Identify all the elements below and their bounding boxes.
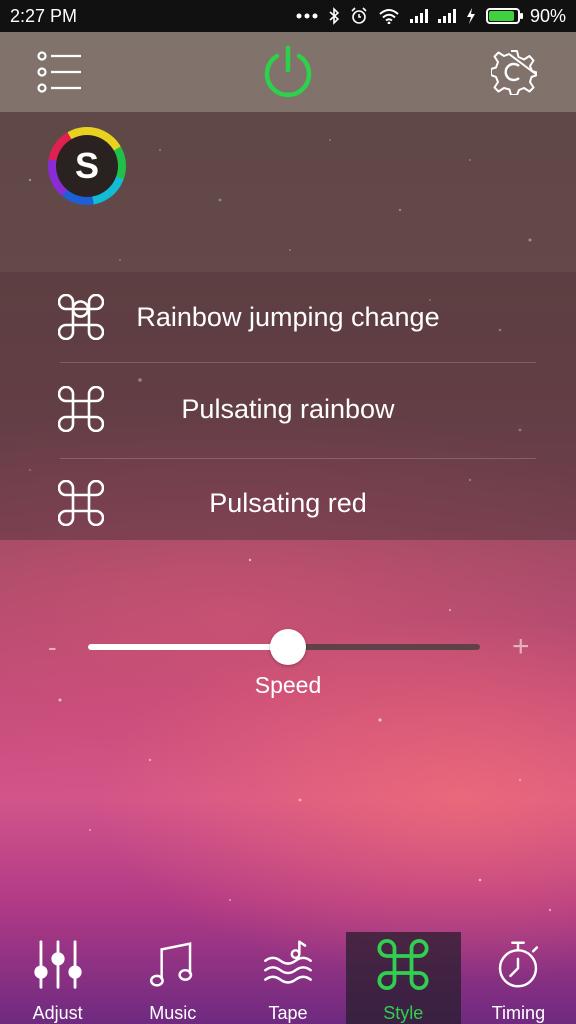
nav-label-tape: Tape <box>268 1003 308 1023</box>
effect-label: Rainbow jumping change <box>136 301 440 332</box>
speed-slider-fill <box>88 644 288 650</box>
mode-panel: S <box>0 112 576 272</box>
speed-label: Speed <box>254 672 322 698</box>
mode-letter: S <box>56 135 118 197</box>
nav-label-music: Music <box>149 1003 197 1023</box>
nav-item-adjust[interactable]: Adjust <box>0 932 115 1024</box>
signal-icon <box>437 9 456 23</box>
command-key-icon <box>377 938 429 991</box>
wifi-icon <box>379 9 399 24</box>
gear-icon <box>491 50 537 95</box>
tape-wave-icon <box>264 940 312 984</box>
power-button[interactable] <box>260 44 316 100</box>
bottom-nav: Adjust Music Tape Style Timing <box>0 932 576 1024</box>
effect-item-pulsating-rainbow[interactable]: Pulsating rainbow <box>0 364 576 454</box>
bluetooth-icon <box>329 7 340 25</box>
status-time: 2:27 PM <box>10 5 78 26</box>
speed-decrease[interactable]: - <box>48 632 57 663</box>
signal-icon <box>409 9 428 23</box>
music-note-icon <box>149 942 193 987</box>
nav-label-adjust: Adjust <box>32 1003 83 1023</box>
status-icons: 90% <box>296 6 566 27</box>
nav-label-style: Style <box>383 1003 424 1023</box>
nav-item-timing[interactable]: Timing <box>461 932 576 1024</box>
nav-item-music[interactable]: Music <box>115 932 230 1024</box>
equalizer-sliders-icon <box>33 940 82 989</box>
nav-label-timing: Timing <box>491 1003 546 1023</box>
effect-label: Pulsating rainbow <box>181 393 395 424</box>
battery-percent: 90% <box>529 5 566 26</box>
battery-icon <box>485 8 523 24</box>
list-menu-icon <box>37 51 81 93</box>
speed-increase[interactable]: + <box>512 630 530 664</box>
effects-list: Rainbow jumping change Pulsating rainbow… <box>0 272 576 540</box>
menu-button[interactable] <box>32 44 88 100</box>
stopwatch-icon <box>499 941 539 988</box>
power-icon <box>264 45 312 98</box>
app-header <box>0 32 576 112</box>
speed-slider[interactable] <box>88 629 480 665</box>
alarm-icon <box>351 7 367 24</box>
command-key-icon <box>58 294 104 340</box>
nav-item-style[interactable]: Style <box>345 932 461 1024</box>
effect-item-rainbow-jumping-change[interactable]: Rainbow jumping change <box>0 272 576 362</box>
settings-button[interactable] <box>486 44 542 100</box>
effect-item-pulsating-red[interactable]: Pulsating red <box>0 458 576 548</box>
speed-slider-thumb[interactable] <box>269 629 306 665</box>
charging-icon <box>466 8 475 24</box>
rainbow-ring-icon[interactable]: S <box>48 127 126 205</box>
list-divider <box>60 362 536 363</box>
more-dots-icon <box>296 13 318 19</box>
command-key-icon <box>58 480 104 526</box>
command-key-icon <box>58 386 104 432</box>
nav-item-tape[interactable]: Tape <box>230 932 345 1024</box>
effect-label: Pulsating red <box>209 487 367 518</box>
status-bar: 2:27 PM 90% <box>0 0 576 32</box>
